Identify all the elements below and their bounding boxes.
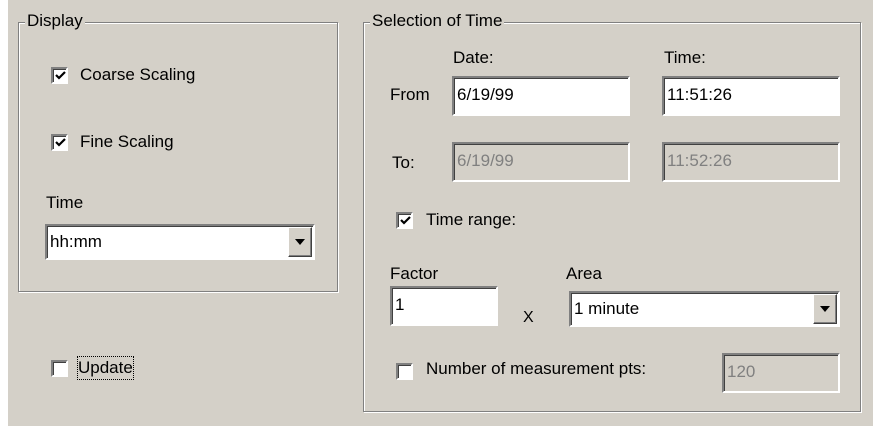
to-time-input: 11:52:26 (662, 142, 840, 182)
checkmark-icon (55, 138, 66, 147)
time-format-value: hh:mm (50, 232, 102, 251)
dropdown-arrow-icon (295, 239, 305, 245)
date-column-header: Date: (453, 48, 494, 67)
dialog-window: Display Coarse Scaling Fine Scaling Time… (8, 0, 873, 426)
area-value: 1 minute (574, 299, 640, 318)
to-label: To: (392, 153, 415, 172)
fine-scaling-checkbox[interactable] (51, 134, 68, 151)
factor-label: Factor (390, 264, 439, 283)
checkmark-icon (400, 216, 411, 225)
selection-group-title: Selection of Time (370, 10, 505, 32)
area-dropdown-button[interactable] (813, 294, 837, 324)
time-format-label: Time (46, 193, 84, 212)
from-time-input[interactable]: 11:51:26 (662, 76, 840, 116)
update-label: Update (77, 356, 134, 380)
from-date-input[interactable]: 6/19/99 (452, 76, 630, 116)
number-of-points-checkbox[interactable] (396, 363, 413, 380)
time-range-label: Time range: (426, 210, 517, 229)
from-label: From (390, 85, 430, 104)
area-dropdown[interactable]: 1 minute (569, 291, 840, 327)
fine-scaling-label: Fine Scaling (80, 132, 174, 151)
multiply-symbol: X (523, 309, 534, 326)
time-range-checkbox[interactable] (396, 212, 413, 229)
time-format-dropdown[interactable]: hh:mm (45, 224, 315, 260)
coarse-scaling-checkbox[interactable] (51, 67, 68, 84)
update-checkbox[interactable] (51, 360, 68, 377)
time-column-header: Time: (664, 48, 706, 67)
to-date-input: 6/19/99 (452, 142, 630, 182)
time-format-dropdown-button[interactable] (288, 227, 312, 257)
number-of-points-label: Number of measurement pts: (426, 359, 647, 378)
factor-input[interactable]: 1 (390, 286, 498, 326)
area-label: Area (566, 264, 602, 283)
dropdown-arrow-icon (820, 306, 830, 312)
checkmark-icon (55, 71, 66, 80)
display-group-title: Display (25, 10, 85, 32)
coarse-scaling-label: Coarse Scaling (80, 65, 196, 84)
number-of-points-input: 120 (722, 353, 840, 393)
